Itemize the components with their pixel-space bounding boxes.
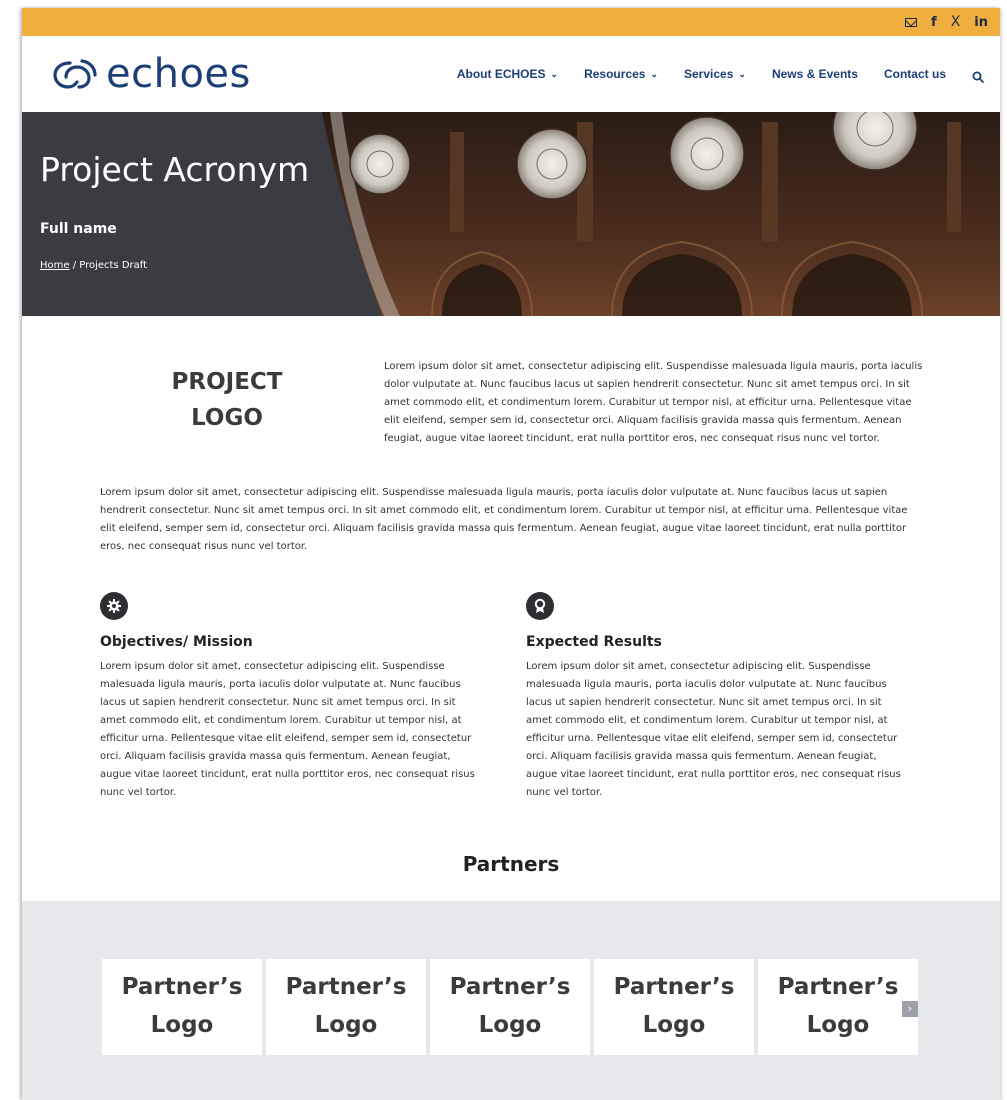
logo-wordmark: echoes [106,51,251,97]
breadcrumb: Home / Projects Draft [40,260,147,271]
nav-services[interactable]: Services ⌄ [684,67,746,81]
nav-resources-label: Resources [584,67,646,81]
gear-icon [100,592,128,620]
chevron-down-icon: ⌄ [650,68,658,79]
expected-results-section: Expected Results Lorem ipsum dolor sit a… [526,592,906,802]
partner-logo-card[interactable]: Partner’s Logo [430,959,590,1055]
objectives-section: Objectives/ Mission Lorem ipsum dolor si… [100,592,480,802]
nav-about-label: About ECHOES [456,67,546,81]
nav-contact[interactable]: Contact us [884,67,946,81]
nav-news-events[interactable]: News & Events [772,67,858,81]
partner-logo-line2: Logo [314,1012,378,1038]
partners-carousel: ‹ Partner’s Logo Partner’s Logo Partner’… [22,901,1000,1100]
main-nav: About ECHOES ⌄ Resources ⌄ Services ⌄ News … [457,67,984,83]
project-logo-placeholder: PROJECT LOGO [152,364,302,436]
hero-banner: Project Acronym Full name Home / Project… [22,112,1000,316]
mail-icon[interactable] [905,17,918,27]
project-logo-line2: LOGO [191,405,263,431]
page-title: Project Acronym [40,150,310,189]
page-subtitle: Full name [40,221,117,237]
partner-logo-card[interactable]: Partner’s Logo [266,959,426,1055]
facebook-icon[interactable]: f [931,16,937,29]
partner-logo-line1: Partner’s [613,974,735,1000]
chevron-down-icon: ⌄ [550,68,559,79]
nav-news-events-label: News & Events [771,67,858,81]
chevron-down-icon: ⌄ [738,68,746,79]
award-icon [526,592,554,620]
nav-resources[interactable]: Resources ⌄ [584,67,658,81]
project-logo-line1: PROJECT [171,369,283,395]
breadcrumb-current: / Projects Draft [69,260,148,271]
partner-logo-card[interactable]: Partner’s Logo [758,959,918,1055]
objectives-text: Lorem ipsum dolor sit amet, consectetur … [100,661,475,798]
partner-logo-line1: Partner’s [777,974,899,1000]
site-logo[interactable]: echoes [52,51,251,97]
top-bar: f X in [22,8,1000,36]
partner-logo-line1: Partner’s [121,974,243,1000]
site-header: echoes About ECHOES ⌄ Resources ⌄ Services… [22,36,1000,112]
x-icon[interactable]: X [951,15,961,29]
body-paragraph: Lorem ipsum dolor sit amet, consectetur … [100,487,908,552]
partner-logo-line2: Logo [642,1012,706,1038]
partner-logo-line2: Logo [806,1012,870,1038]
linkedin-icon[interactable]: in [974,16,988,29]
expected-results-heading: Expected Results [526,634,662,650]
partner-logo-line2: Logo [478,1012,542,1038]
partner-logo-card[interactable]: Partner’s Logo [102,959,262,1055]
nav-about[interactable]: About ECHOES ⌄ [457,67,558,81]
breadcrumb-home-link[interactable]: Home [40,260,70,271]
nav-contact-label: Contact us [883,67,946,81]
partner-logo-card[interactable]: Partner’s Logo [594,959,754,1055]
hero-architecture-image [322,112,1000,316]
intro-text: Lorem ipsum dolor sit amet, consectetur … [384,361,923,444]
chevron-right-icon[interactable]: › [902,1001,918,1017]
intro-section: PROJECT LOGO Lorem ipsum dolor sit amet,… [22,316,1000,476]
page-frame: f X in echoes About ECHOES ⌄ Resources ⌄ S… [22,8,1000,1100]
nav-services-label: Services [684,67,734,81]
objectives-heading: Objectives/ Mission [100,634,253,650]
expected-results-text: Lorem ipsum dolor sit amet, consectetur … [526,661,901,798]
echoes-logo-mark-icon [53,59,97,89]
partner-logo-line2: Logo [150,1012,214,1038]
partners-heading: Partners [462,852,560,876]
partner-logo-line1: Partner’s [285,974,407,1000]
search-icon[interactable] [972,68,984,83]
partner-logo-line1: Partner’s [449,974,571,1000]
